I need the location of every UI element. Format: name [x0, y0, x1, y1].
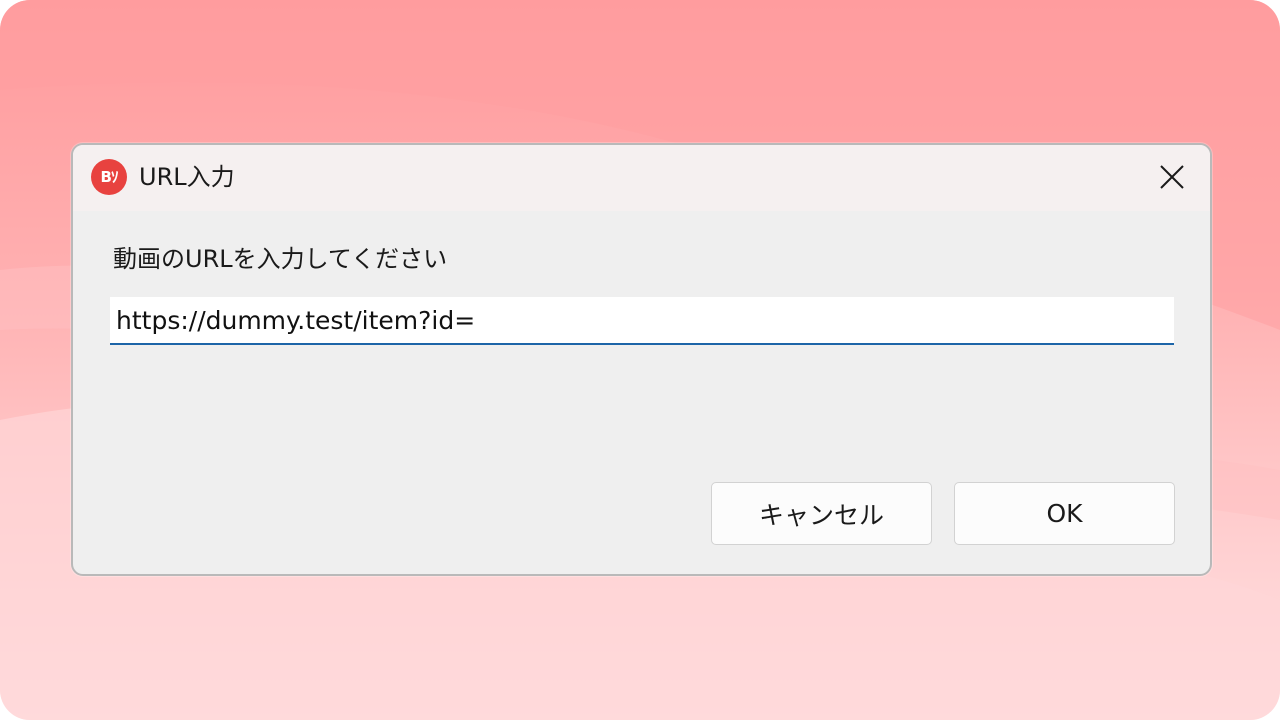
url-input-dialog: Bｿ URL入力 動画のURLを入力してください キャンセル OK — [71, 143, 1212, 576]
app-logo-icon: Bｿ — [91, 159, 127, 195]
url-input[interactable] — [110, 297, 1174, 345]
cancel-button[interactable]: キャンセル — [711, 482, 932, 545]
prompt-label: 動画のURLを入力してください — [113, 245, 448, 273]
close-button[interactable] — [1148, 155, 1196, 199]
dialog-title: URL入力 — [139, 163, 235, 191]
ok-button[interactable]: OK — [954, 482, 1175, 545]
close-icon — [1160, 165, 1184, 189]
dialog-titlebar: Bｿ URL入力 — [73, 145, 1210, 211]
